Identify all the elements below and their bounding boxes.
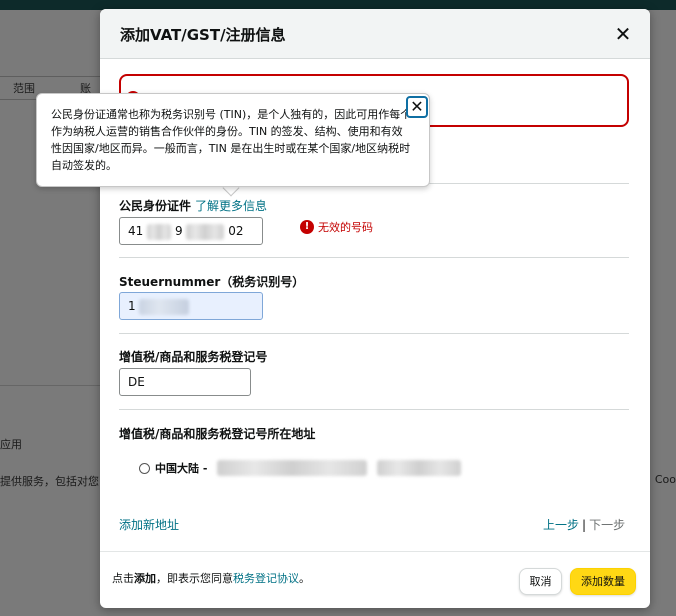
- redacted-block: [377, 460, 462, 476]
- tax-agreement-link[interactable]: 税务登记协议: [233, 572, 299, 585]
- national-id-label-row: 公民身份证件 了解更多信息: [119, 197, 267, 214]
- national-id-label: 公民身份证件: [119, 199, 192, 213]
- redacted-block: [186, 223, 225, 240]
- add-new-address-link[interactable]: 添加新地址: [119, 516, 179, 533]
- pager: 上一步 | 下一步: [543, 516, 625, 533]
- cancel-button[interactable]: 取消: [519, 568, 562, 595]
- national-id-value-prefix: 41: [128, 224, 144, 238]
- national-id-error: ! 无效的号码: [300, 219, 373, 235]
- address-label: 增值税/商品和服务税登记号所在地址: [119, 427, 316, 441]
- previous-step-link[interactable]: 上一步: [543, 518, 579, 532]
- national-id-value-suffix: 02: [228, 224, 244, 238]
- address-option[interactable]: 中国大陆 -: [139, 460, 462, 476]
- error-icon: !: [300, 220, 314, 234]
- background-service-text: 提供服务，包括对您: [0, 475, 99, 488]
- footer-middle: ，即表示您同意: [156, 572, 233, 585]
- section-divider: [119, 333, 629, 334]
- footer-prefix: 点击: [112, 572, 134, 585]
- national-id-value-mid: 9: [174, 224, 183, 238]
- footer-agreement-text: 点击添加，即表示您同意税务登记协议。: [112, 570, 310, 586]
- tin-info-tooltip: 公民身份证通常也称为税务识别号 (TIN)，是个人独有的，因此可用作每个作为纳税…: [36, 93, 430, 187]
- dialog-close-button[interactable]: ✕: [612, 23, 634, 45]
- dialog-header: 添加VAT/GST/注册信息 ✕: [100, 9, 650, 59]
- footer-suffix: 。: [299, 572, 310, 585]
- dialog-title: 添加VAT/GST/注册信息: [120, 26, 286, 44]
- background-app-section: 应用: [0, 438, 22, 451]
- address-option-label: 中国大陆 -: [155, 462, 208, 475]
- tax-number-input[interactable]: 1: [119, 292, 263, 320]
- background-table-header-scope: 范围: [13, 82, 35, 95]
- tax-number-value-prefix: 1: [128, 299, 136, 313]
- footer-bold: 添加: [134, 572, 156, 585]
- redacted-block: [147, 223, 172, 240]
- pager-separator: |: [582, 518, 587, 532]
- national-id-input[interactable]: 41 9 02: [119, 217, 263, 245]
- tooltip-text: 公民身份证通常也称为税务识别号 (TIN)，是个人独有的，因此可用作每个作为纳税…: [51, 108, 412, 172]
- section-divider: [119, 257, 629, 258]
- learn-more-link[interactable]: 了解更多信息: [195, 199, 267, 213]
- background-divider: [0, 385, 100, 386]
- tax-number-label: Steuernummer（税务识别号）: [119, 275, 305, 289]
- address-radio[interactable]: [139, 462, 150, 474]
- footer-divider: [100, 551, 650, 552]
- next-step-link[interactable]: 下一步: [589, 518, 625, 532]
- redacted-block: [139, 298, 190, 315]
- vat-number-value: DE: [128, 375, 145, 389]
- national-id-error-text: 无效的号码: [318, 221, 373, 234]
- tooltip-close-button[interactable]: ✕: [406, 96, 428, 118]
- vat-number-label: 增值税/商品和服务税登记号: [119, 350, 268, 364]
- section-divider: [119, 409, 629, 410]
- add-button[interactable]: 添加数量: [570, 568, 636, 595]
- background-right-snippet: Coo: [654, 473, 676, 486]
- vat-number-input[interactable]: DE: [119, 368, 251, 396]
- redacted-block: [217, 460, 368, 476]
